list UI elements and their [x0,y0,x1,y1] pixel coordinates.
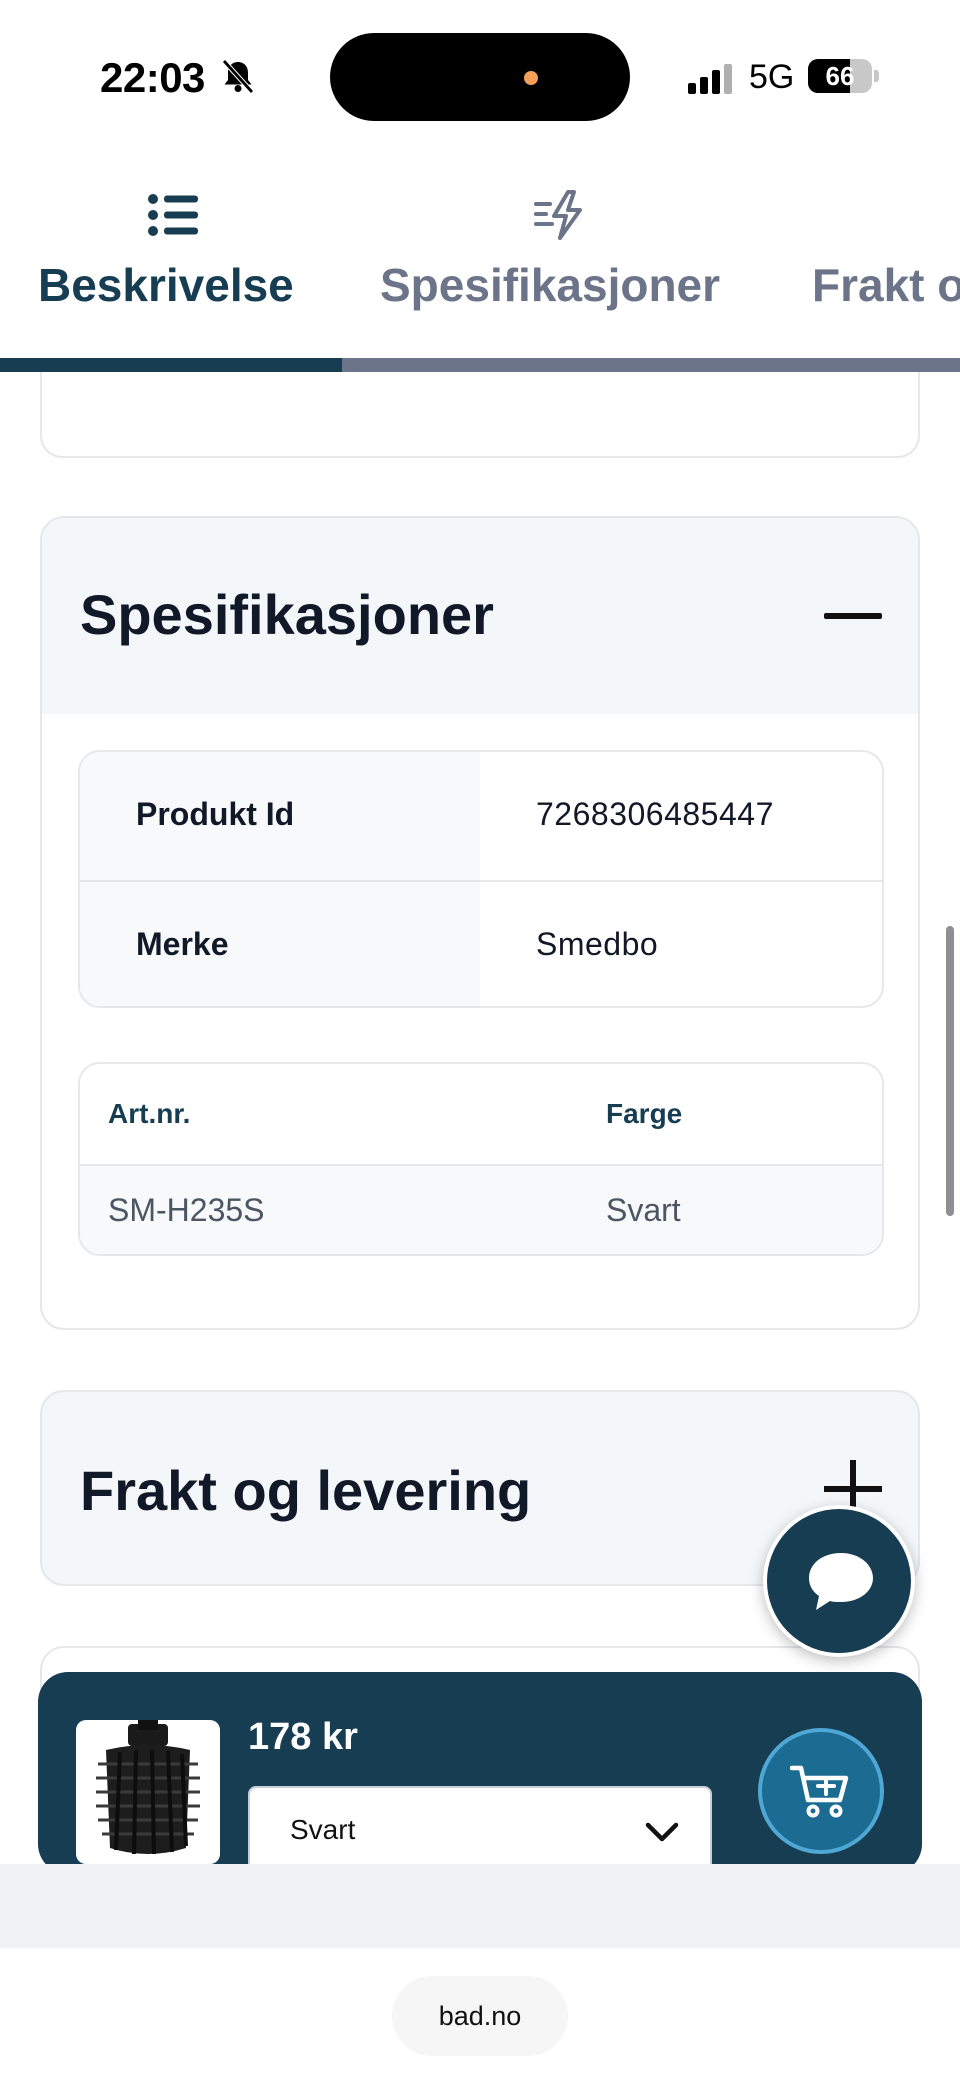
dynamic-island [330,33,630,121]
description-card-bottom [40,372,920,458]
variant-select-value: Svart [290,1814,356,1845]
variant-select[interactable]: Svart [248,1786,712,1872]
browser-url-bar[interactable]: bad.no [392,1976,568,2056]
bell-muted-icon [222,59,254,94]
product-thumbnail [76,1720,220,1864]
specifications-header[interactable]: Spesifikasjoner [42,518,918,714]
minus-icon[interactable] [824,613,882,619]
table-row: Merke Smedbo [80,880,882,1006]
chat-bubble-icon [809,1553,873,1610]
variants-header-row: Art.nr. Farge [80,1064,882,1166]
table-row: Produkt Id 7268306485447 [80,752,882,880]
status-bar: 22:03 5G 66 [0,0,960,150]
spec-key: Produkt Id [136,796,295,832]
chat-button[interactable] [763,1505,915,1657]
spec-attributes-table: Produkt Id 7268306485447 Merke Smedbo [78,750,884,1008]
tab-label: Beskrivelse [38,259,294,311]
battery-tip [874,70,879,82]
variant-color: Svart [606,1192,681,1228]
spec-value: 7268306485447 [536,796,774,832]
tab-beskrivelse[interactable]: Beskrivelse [38,180,338,360]
network-type: 5G [749,58,795,96]
scrollbar[interactable] [946,926,954,1216]
tab-spesifikasjoner[interactable]: Spesifikasjoner [380,180,740,360]
battery-level: 66 [825,61,855,91]
column-header-artnr: Art.nr. [108,1098,191,1129]
shipping-title: Frakt og levering [80,1459,532,1522]
tab-label: Spesifikasjoner [380,259,721,311]
product-tabs: Beskrivelse Spesifikasjoner Frakt o [0,180,960,372]
product-price: 178 kr [248,1716,358,1758]
variant-artnr: SM-H235S [108,1192,265,1228]
tab-active-indicator [0,358,342,372]
battery-icon: 66 [808,59,872,93]
add-to-cart-button[interactable] [758,1728,884,1854]
specifications-section: Spesifikasjoner Produkt Id 7268306485447… [40,516,920,1330]
specifications-title: Spesifikasjoner [80,583,494,646]
table-row: SM-H235S Svart [80,1166,882,1254]
spec-key: Merke [136,926,229,962]
tab-frakt[interactable]: Frakt o [812,180,960,360]
list-icon [148,194,198,236]
spec-value: Smedbo [536,926,659,962]
chevron-down-icon [645,1822,679,1842]
variants-table: Art.nr. Farge SM-H235S Svart [78,1062,884,1256]
status-time: 22:03 [100,54,205,101]
bolt-lines-icon [534,190,582,240]
page-footer-strip [0,1864,960,1948]
signal-icon [688,64,732,94]
column-header-farge: Farge [606,1098,683,1129]
cart-plus-icon [790,1765,849,1818]
camera-indicator-dot [524,71,538,85]
sticky-cart-bar: 178 kr Svart [38,1672,922,1874]
tab-label: Frakt o [812,259,960,311]
